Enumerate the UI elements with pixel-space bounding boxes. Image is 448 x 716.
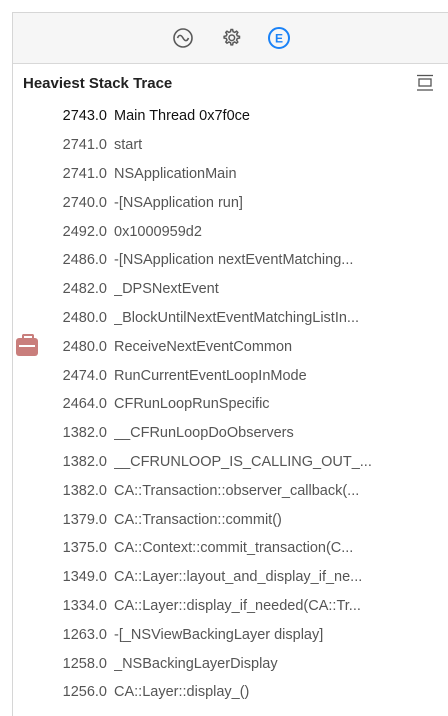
frame-weight: 1375.0: [62, 540, 107, 557]
stack-frame-row[interactable]: 2480.0 _BlockUntilNextEventMatchingListI…: [13, 304, 448, 333]
stack-frame-row[interactable]: 1382.0 __CFRUNLOOP_IS_CALLING_OUT_...: [13, 448, 448, 477]
inspector-panel: E Heaviest Stack Trace 2743.0 Main Threa…: [12, 12, 448, 716]
frame-weight: 1379.0: [62, 511, 107, 528]
frame-symbol: _NSBackingLayerDisplay: [114, 655, 278, 672]
frame-weight: 1256.0: [62, 684, 107, 701]
stack-frame-row[interactable]: 1379.0 CA::Transaction::commit(): [13, 505, 448, 534]
frame-symbol: 0x1000959d2: [114, 223, 202, 240]
stack-frame-row[interactable]: 1256.0 CA::Layer::display_(): [13, 678, 448, 707]
frame-weight: 2741.0: [62, 165, 107, 182]
stack-frame-row[interactable]: 1382.0 __CFRunLoopDoObservers: [13, 419, 448, 448]
stack-frame-row[interactable]: 2743.0 Main Thread 0x7f0ce: [13, 102, 448, 131]
frame-symbol: -[NSApplication nextEventMatching...: [114, 252, 354, 269]
frame-symbol: __CFRunLoopDoObservers: [114, 425, 294, 442]
stack-frame-row[interactable]: 2741.0 start: [13, 131, 448, 160]
frame-weight: 2480.0: [62, 338, 107, 355]
expand-trace-icon[interactable]: [414, 72, 436, 94]
frame-symbol: start: [114, 137, 143, 154]
framework-toolbox-icon: [16, 333, 38, 356]
frame-weight: 1382.0: [62, 453, 107, 470]
stack-frame-row[interactable]: 2486.0 -[NSApplication nextEventMatching…: [13, 246, 448, 275]
stack-trace-list: 2743.0 Main Thread 0x7f0ce 2741.0 start …: [13, 102, 448, 707]
section-header: Heaviest Stack Trace: [13, 64, 448, 102]
svg-text:E: E: [274, 32, 282, 46]
frame-symbol: RunCurrentEventLoopInMode: [114, 367, 307, 384]
frame-symbol: CA::Transaction::commit(): [114, 511, 282, 528]
frame-symbol: NSApplicationMain: [114, 165, 237, 182]
frame-symbol: -[NSApplication run]: [114, 194, 243, 211]
stack-frame-row[interactable]: 2474.0 RunCurrentEventLoopInMode: [13, 361, 448, 390]
frame-symbol: ReceiveNextEventCommon: [114, 338, 293, 355]
frame-weight: 2474.0: [62, 367, 107, 384]
frame-weight: 1382.0: [62, 482, 107, 499]
frame-symbol: _DPSNextEvent: [114, 281, 219, 298]
waveform-icon[interactable]: [170, 25, 196, 51]
frame-symbol: -[_NSViewBackingLayer display]: [114, 626, 324, 643]
frame-symbol: Main Thread 0x7f0ce: [114, 108, 250, 125]
section-title: Heaviest Stack Trace: [23, 74, 173, 92]
frame-symbol: CA::Layer::layout_and_display_if_ne...: [114, 569, 363, 586]
frame-weight: 2480.0: [62, 309, 107, 326]
frame-symbol: CA::Transaction::observer_callback(...: [114, 482, 360, 499]
frame-symbol: __CFRUNLOOP_IS_CALLING_OUT_...: [114, 453, 372, 470]
stack-frame-row[interactable]: 1349.0 CA::Layer::layout_and_display_if_…: [13, 563, 448, 592]
frame-symbol: CA::Context::commit_transaction(C...: [114, 540, 354, 557]
stack-frame-row[interactable]: 2480.0 ReceiveNextEventCommon: [13, 332, 448, 361]
stack-frame-row[interactable]: 2464.0 CFRunLoopRunSpecific: [13, 390, 448, 419]
stack-frame-row[interactable]: 2482.0 _DPSNextEvent: [13, 275, 448, 304]
frame-weight: 2741.0: [62, 137, 107, 154]
frame-symbol: CA::Layer::display_if_needed(CA::Tr...: [114, 597, 361, 614]
frame-weight: 1382.0: [62, 425, 107, 442]
frame-weight: 1334.0: [62, 597, 107, 614]
stack-frame-row[interactable]: 1258.0 _NSBackingLayerDisplay: [13, 649, 448, 678]
frame-weight: 2464.0: [62, 396, 107, 413]
frame-symbol: CA::Layer::display_(): [114, 684, 250, 701]
frame-weight: 2486.0: [62, 252, 107, 269]
gear-icon[interactable]: [218, 25, 244, 51]
inspector-toolbar: E: [13, 13, 448, 64]
frame-weight: 1258.0: [62, 655, 107, 672]
frame-weight: 1263.0: [62, 626, 107, 643]
frame-symbol: _BlockUntilNextEventMatchingListIn...: [114, 309, 359, 326]
stack-frame-row[interactable]: 2740.0 -[NSApplication run]: [13, 188, 448, 217]
stack-frame-row[interactable]: 2492.0 0x1000959d2: [13, 217, 448, 246]
frame-symbol: CFRunLoopRunSpecific: [114, 396, 270, 413]
frame-weight: 2492.0: [62, 223, 107, 240]
stack-frame-row[interactable]: 1334.0 CA::Layer::display_if_needed(CA::…: [13, 592, 448, 621]
stack-frame-row[interactable]: 1375.0 CA::Context::commit_transaction(C…: [13, 534, 448, 563]
stack-frame-row[interactable]: 2741.0 NSApplicationMain: [13, 160, 448, 189]
frame-weight: 2482.0: [62, 281, 107, 298]
frame-weight: 2743.0: [62, 108, 107, 125]
frame-weight: 1349.0: [62, 569, 107, 586]
stack-frame-row[interactable]: 1382.0 CA::Transaction::observer_callbac…: [13, 476, 448, 505]
extended-detail-icon[interactable]: E: [266, 25, 292, 51]
frame-weight: 2740.0: [62, 194, 107, 211]
stack-frame-row[interactable]: 1263.0 -[_NSViewBackingLayer display]: [13, 620, 448, 649]
